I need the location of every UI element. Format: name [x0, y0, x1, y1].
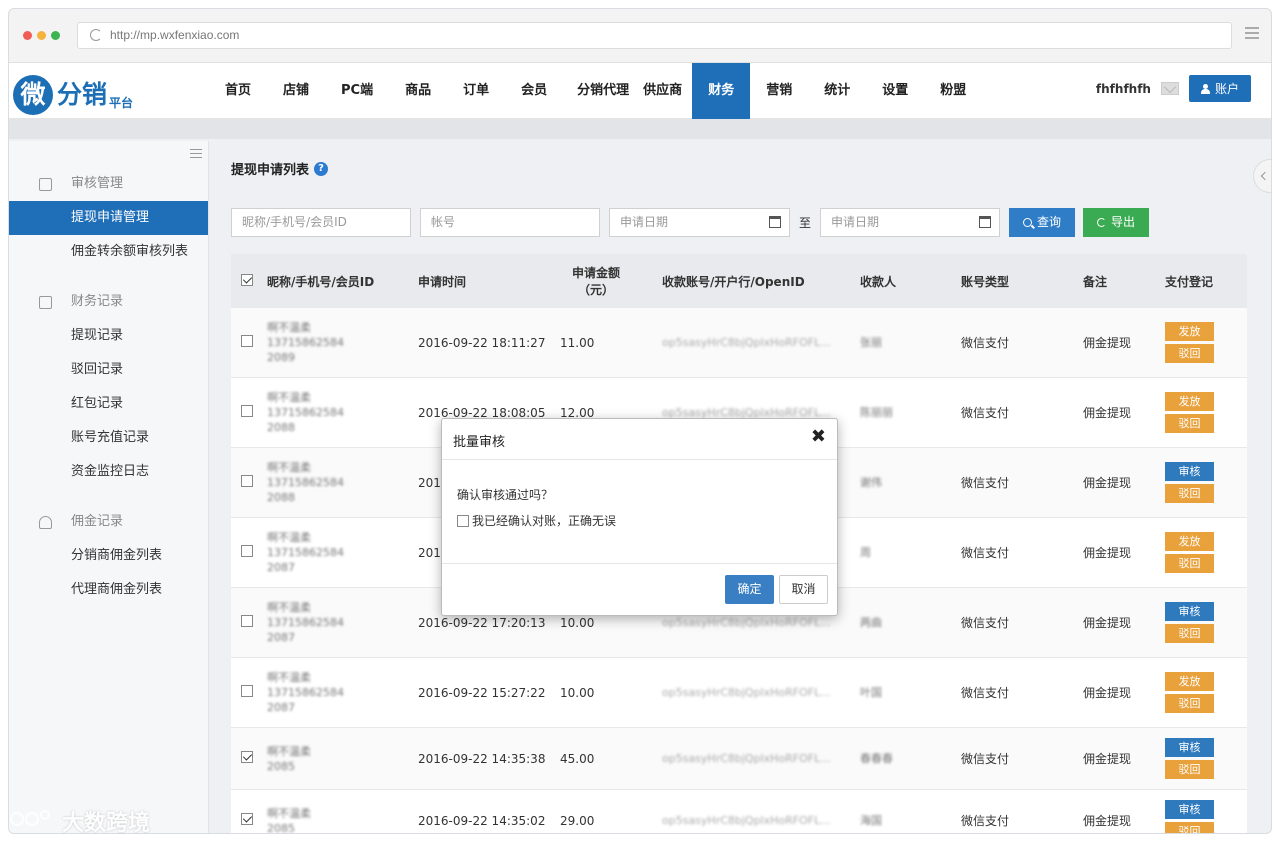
- dialog-question: 确认审核通过吗？: [457, 488, 554, 502]
- modal-overlay: 批量审核 ✖ 确认审核通过吗？ 我已经确认对账，正确无误 确定 取消: [0, 0, 1280, 842]
- cancel-button[interactable]: 取消: [779, 575, 828, 604]
- close-icon[interactable]: ✖: [811, 426, 826, 447]
- reconcile-label: 我已经确认对账，正确无误: [472, 514, 617, 528]
- dialog-title: 批量审核: [453, 435, 506, 450]
- dialog-header: 批量审核 ✖: [442, 419, 837, 460]
- watermark: 大数跨境: [10, 805, 150, 837]
- reconcile-checkbox[interactable]: [457, 514, 469, 527]
- watermark-logo-icon: [10, 808, 56, 834]
- confirm-button[interactable]: 确定: [725, 575, 774, 604]
- dialog-body: 确认审核通过吗？ 我已经确认对账，正确无误: [442, 460, 837, 564]
- watermark-text: 大数跨境: [62, 811, 151, 836]
- batch-review-dialog: 批量审核 ✖ 确认审核通过吗？ 我已经确认对账，正确无误 确定 取消: [441, 418, 838, 616]
- reconcile-confirm[interactable]: 我已经确认对账，正确无误: [457, 512, 822, 529]
- dialog-footer: 确定 取消: [442, 564, 837, 616]
